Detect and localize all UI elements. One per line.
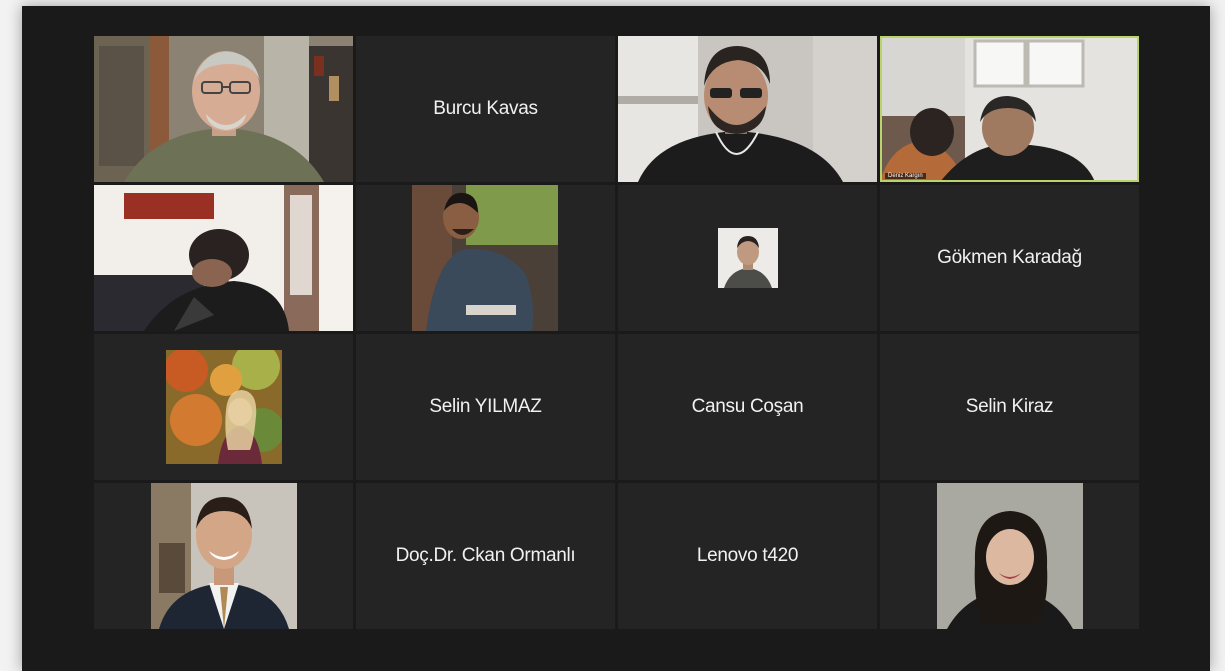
participant-tile-7[interactable] [618, 185, 877, 331]
participant-photo [150, 483, 297, 629]
participant-tile-10[interactable]: Selin YILMAZ [356, 334, 615, 480]
participant-name: Doç.Dr. Ckan Ormanlı [395, 545, 576, 566]
participant-tile-15[interactable]: Lenovo t420 [618, 483, 877, 629]
participant-name: Burcu Kavas [433, 98, 538, 119]
participant-name: Cansu Coşan [691, 396, 804, 417]
participant-photo [936, 483, 1083, 629]
participant-video [880, 36, 1139, 182]
participant-name: Selin Kiraz [965, 396, 1054, 417]
participant-tile-1[interactable] [94, 36, 353, 182]
participant-tile-active-speaker[interactable]: Deniz Kargın [880, 36, 1139, 182]
participant-name-label: Deniz Kargın [885, 173, 926, 179]
participant-name: Gökmen Karadağ [937, 247, 1082, 268]
meeting-window: Burcu Kavas Deniz Kargın Gökmen Karadağ … [22, 6, 1210, 671]
participant-tile-8[interactable]: Gökmen Karadağ [880, 185, 1139, 331]
participant-name: Lenovo t420 [696, 545, 799, 566]
participant-name: Selin YILMAZ [429, 396, 542, 417]
participant-photo [717, 228, 778, 288]
participant-tile-13[interactable] [94, 483, 353, 629]
participant-photo [356, 185, 615, 331]
participant-tile-6[interactable] [356, 185, 615, 331]
participant-video [94, 36, 353, 182]
participant-photo [165, 350, 282, 464]
participant-tile-12[interactable]: Selin Kiraz [880, 334, 1139, 480]
participant-video [618, 36, 877, 182]
participant-tile-2[interactable]: Burcu Kavas [356, 36, 615, 182]
participant-tile-5[interactable] [94, 185, 353, 331]
participant-video [94, 185, 353, 331]
participant-tile-11[interactable]: Cansu Coşan [618, 334, 877, 480]
gallery-grid: Burcu Kavas Deniz Kargın Gökmen Karadağ … [94, 36, 1139, 629]
participant-tile-9[interactable] [94, 334, 353, 480]
participant-tile-16[interactable] [880, 483, 1139, 629]
participant-tile-3[interactable] [618, 36, 877, 182]
participant-tile-14[interactable]: Doç.Dr. Ckan Ormanlı [356, 483, 615, 629]
